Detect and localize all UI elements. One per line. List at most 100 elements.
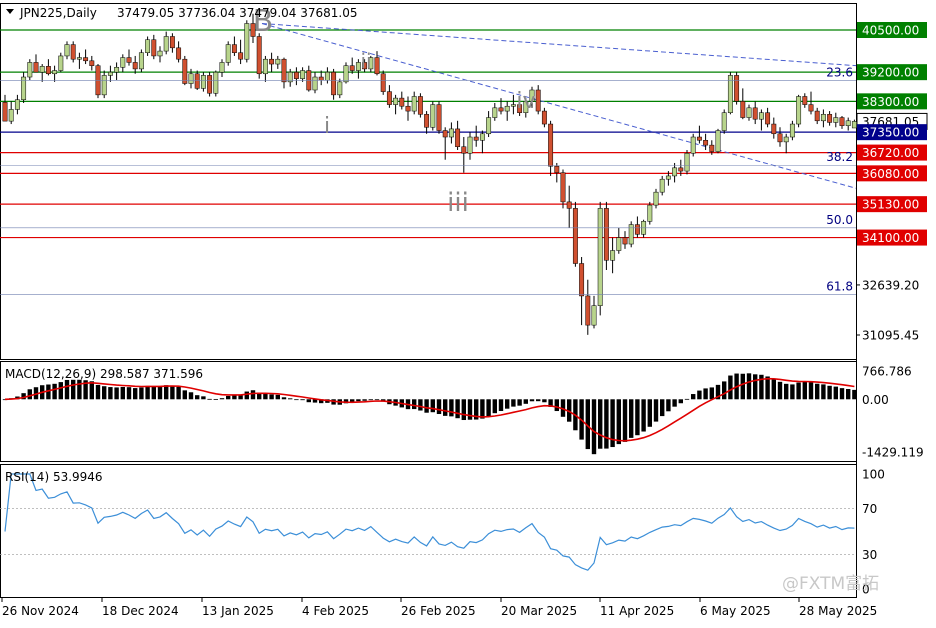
candle-body	[101, 75, 107, 96]
macd-bar	[263, 393, 268, 400]
macd-bar	[616, 399, 621, 445]
macd-bar	[697, 390, 702, 400]
candle-body	[107, 71, 113, 76]
candle-body	[380, 73, 386, 92]
wave-label: iv	[516, 89, 535, 114]
macd-bar	[691, 394, 696, 400]
candle-body	[560, 172, 566, 203]
macd-bar	[703, 388, 708, 400]
candle-body	[486, 117, 492, 135]
price-label: 36080.00	[862, 167, 919, 181]
chart-svg[interactable]: 23.638.250.061.8 Biiiiiiiv 40500.0039200…	[0, 0, 936, 624]
macd-bar	[827, 385, 832, 400]
candle-body	[58, 55, 64, 71]
macd-bar	[523, 399, 528, 404]
candle-body	[696, 136, 702, 141]
rsi-panel[interactable]	[0, 464, 857, 598]
candle-body	[789, 123, 795, 138]
macd-bar	[182, 390, 187, 400]
macd-bar	[790, 384, 795, 400]
macd-bar	[821, 384, 826, 400]
price-label: 32639.20	[862, 278, 919, 292]
macd-bar	[281, 397, 287, 400]
rsi-label: RSI(14) 53.9946	[5, 470, 103, 484]
candle-body	[442, 130, 448, 138]
candle-body	[176, 47, 182, 60]
macd-bar	[604, 399, 609, 449]
macd-axis-label: 0.00	[862, 393, 889, 407]
macd-bar	[362, 399, 367, 401]
candle-body	[76, 57, 82, 60]
price-label: 36720.00	[862, 146, 919, 160]
candle-body	[740, 101, 746, 118]
macd-bar	[722, 381, 727, 400]
macd-bar	[412, 399, 417, 410]
macd-bar	[622, 399, 628, 442]
candle-body	[659, 178, 665, 193]
candle-body	[597, 208, 603, 306]
date-label: 26 Feb 2025	[401, 604, 476, 618]
candle-body	[126, 57, 132, 63]
candle-body	[393, 97, 399, 105]
macd-bar	[777, 381, 783, 400]
candle-body	[151, 39, 157, 57]
macd-bar	[244, 391, 249, 400]
candle-body	[281, 58, 287, 83]
candle-body	[709, 144, 715, 152]
macd-bar	[839, 388, 845, 400]
macd-bar	[64, 379, 70, 400]
candle-body	[548, 123, 554, 167]
candle-body	[343, 65, 349, 83]
candle-body	[845, 120, 851, 126]
candle-body	[33, 62, 39, 73]
candle-body	[448, 128, 454, 138]
macd-bar	[269, 394, 274, 400]
candle-body	[814, 110, 820, 122]
date-label: 20 Mar 2025	[501, 604, 577, 618]
macd-label: MACD(12,26,9) 298.587 371.596	[5, 367, 203, 381]
macd-bar	[294, 399, 299, 401]
candle-body	[504, 105, 510, 112]
macd-bar	[846, 389, 851, 400]
macd-bar	[629, 399, 634, 438]
macd-bar	[170, 385, 175, 400]
candle-body	[424, 114, 430, 128]
candle-body	[498, 107, 504, 112]
candle-body	[703, 140, 709, 146]
candle-body	[473, 136, 479, 141]
macd-bar	[219, 398, 225, 400]
candle-body	[238, 52, 244, 60]
candle-body	[479, 133, 485, 141]
macd-bar	[808, 382, 814, 400]
macd-bar	[300, 399, 305, 401]
candle-body	[405, 105, 411, 112]
macd-bar	[765, 376, 770, 400]
candle-body	[690, 136, 696, 154]
candle-body	[777, 133, 783, 143]
macd-bar	[660, 399, 665, 417]
macd-bar	[666, 399, 671, 412]
macd-bar	[133, 388, 138, 400]
macd-bar	[746, 373, 752, 400]
macd-bar	[529, 399, 535, 402]
macd-bar	[27, 389, 32, 400]
candle-body	[591, 305, 597, 326]
candle-body	[225, 44, 231, 63]
candle-body	[386, 91, 392, 105]
macd-bar	[852, 389, 857, 400]
date-label: 28 May 2025	[799, 604, 877, 618]
macd-bar	[195, 395, 200, 400]
candle-body	[2, 102, 8, 122]
macd-bar	[102, 386, 107, 400]
macd-bar	[480, 399, 485, 419]
macd-bar	[598, 399, 603, 449]
price-label: 38300.00	[862, 95, 919, 109]
date-label: 13 Jan 2025	[202, 604, 274, 618]
macd-bar	[492, 399, 497, 414]
macd-bar	[672, 399, 677, 407]
macd-bar	[635, 399, 640, 436]
price-label: 39200.00	[862, 66, 919, 80]
candle-body	[603, 208, 609, 261]
macd-bar	[176, 386, 181, 400]
candle-body	[8, 109, 14, 122]
